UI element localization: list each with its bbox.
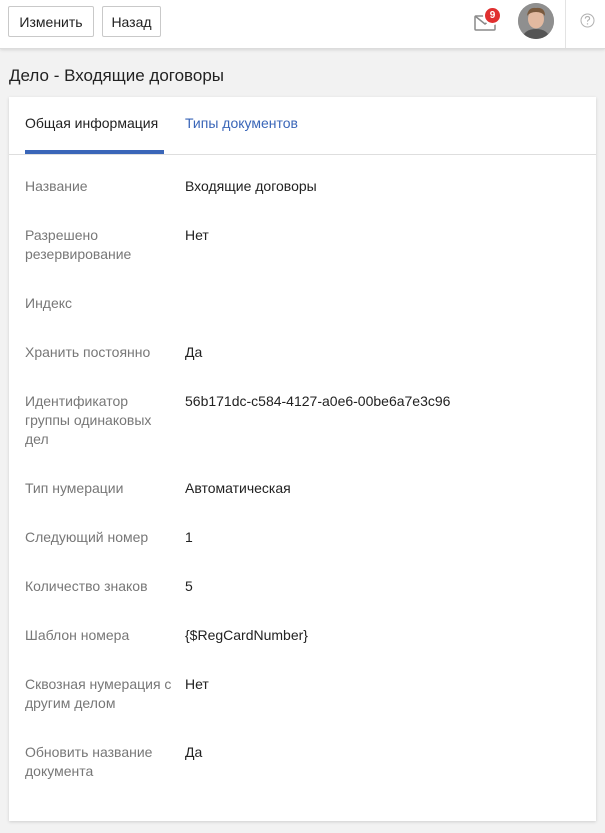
field-value: Автоматическая: [185, 480, 291, 496]
field-value: 5: [185, 578, 193, 594]
field-value: Входящие договоры: [185, 178, 317, 194]
avatar[interactable]: [518, 3, 554, 39]
tab-general-info[interactable]: Общая информация: [25, 115, 158, 131]
field-label: Количество знаков: [25, 578, 148, 594]
field-label: Хранить постоянно: [25, 344, 151, 360]
field-label: Название: [25, 178, 88, 194]
field-value: Нет: [185, 676, 209, 692]
field-label: Сквозная нумерация с другим делом: [25, 676, 172, 711]
field-label: Тип нумерации: [25, 480, 124, 496]
tab-bar: Общая информация Типы документов: [9, 97, 596, 155]
field-value: 56b171dc-c584-4127-a0e6-00be6a7e3c96: [185, 393, 451, 409]
field-label: Идентификатор группы одинаковых дел: [25, 393, 152, 447]
tab-document-types[interactable]: Типы документов: [185, 115, 298, 131]
field-label: Разрешено резервирование: [25, 227, 132, 262]
edit-button[interactable]: Изменить: [8, 6, 94, 37]
page-title: Дело - Входящие договоры: [9, 66, 225, 85]
field-value: Да: [185, 744, 203, 760]
field-label: Обновить название документа: [25, 744, 153, 779]
notification-badge[interactable]: 9: [483, 6, 502, 25]
field-value: Нет: [185, 227, 209, 243]
field-label: Индекс: [25, 295, 73, 311]
help-icon[interactable]: [580, 13, 595, 28]
top-toolbar: Изменить Назад 9: [0, 0, 605, 49]
toolbar-divider: [565, 0, 566, 48]
field-label: Следующий номер: [25, 529, 149, 545]
active-tab-indicator: [25, 150, 164, 154]
field-label: Шаблон номера: [25, 627, 130, 643]
field-value: {$RegCardNumber}: [185, 627, 308, 643]
field-value: 1: [185, 529, 193, 545]
field-value: Да: [185, 344, 203, 360]
details-card: Общая информация Типы документов Названи…: [9, 97, 596, 821]
back-button[interactable]: Назад: [102, 6, 161, 37]
